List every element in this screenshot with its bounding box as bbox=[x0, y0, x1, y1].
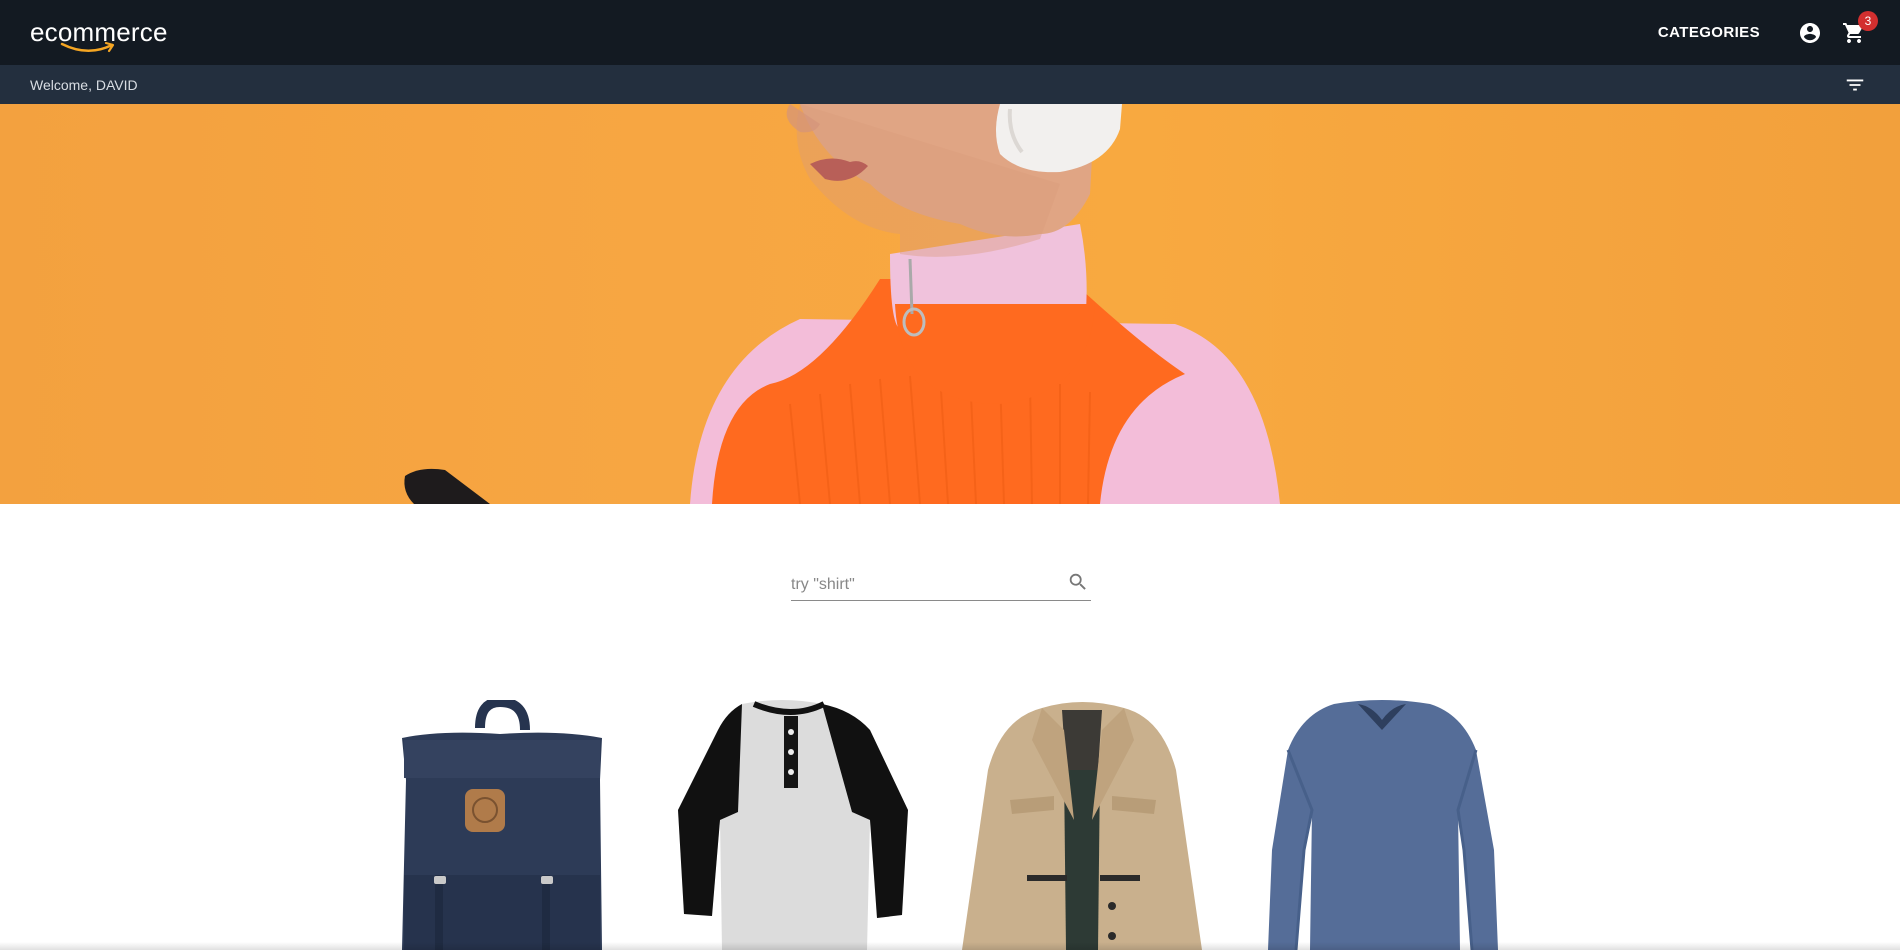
hero-image bbox=[404, 104, 1280, 504]
filter-button[interactable] bbox=[1840, 70, 1870, 100]
account-circle-icon bbox=[1800, 22, 1820, 43]
product-image-henley-shirt bbox=[678, 700, 908, 950]
account-button[interactable] bbox=[1794, 17, 1826, 49]
product-card-jacket[interactable] bbox=[962, 700, 1202, 950]
search-button[interactable] bbox=[1067, 571, 1089, 598]
product-image-long-sleeve-shirt bbox=[1268, 700, 1498, 950]
search-icon bbox=[1069, 573, 1086, 590]
product-image-backpack bbox=[402, 700, 602, 950]
filter-icon bbox=[1846, 79, 1864, 90]
sub-navbar: Welcome, DAVID bbox=[0, 65, 1900, 104]
product-card-backpack[interactable] bbox=[380, 700, 620, 950]
product-grid bbox=[0, 700, 1900, 950]
search-field bbox=[791, 569, 1091, 601]
logo-smile-icon bbox=[60, 41, 115, 52]
bottom-shadow bbox=[0, 942, 1900, 950]
nav-right: CATEGORIES 3 bbox=[1658, 0, 1878, 65]
product-card-henley-shirt[interactable] bbox=[672, 700, 912, 950]
cart-count-badge: 3 bbox=[1858, 10, 1878, 31]
product-image-jacket bbox=[962, 702, 1202, 950]
product-card-long-sleeve-shirt[interactable] bbox=[1262, 700, 1502, 950]
welcome-message: Welcome, DAVID bbox=[30, 76, 138, 93]
top-navbar: ecommerce CATEGORIES 3 bbox=[0, 0, 1900, 65]
site-logo[interactable]: ecommerce bbox=[30, 11, 167, 55]
hero-banner bbox=[0, 104, 1900, 504]
categories-link[interactable]: CATEGORIES bbox=[1658, 24, 1760, 41]
search-input[interactable] bbox=[791, 569, 1051, 600]
cart-button[interactable]: 3 bbox=[1838, 10, 1878, 49]
